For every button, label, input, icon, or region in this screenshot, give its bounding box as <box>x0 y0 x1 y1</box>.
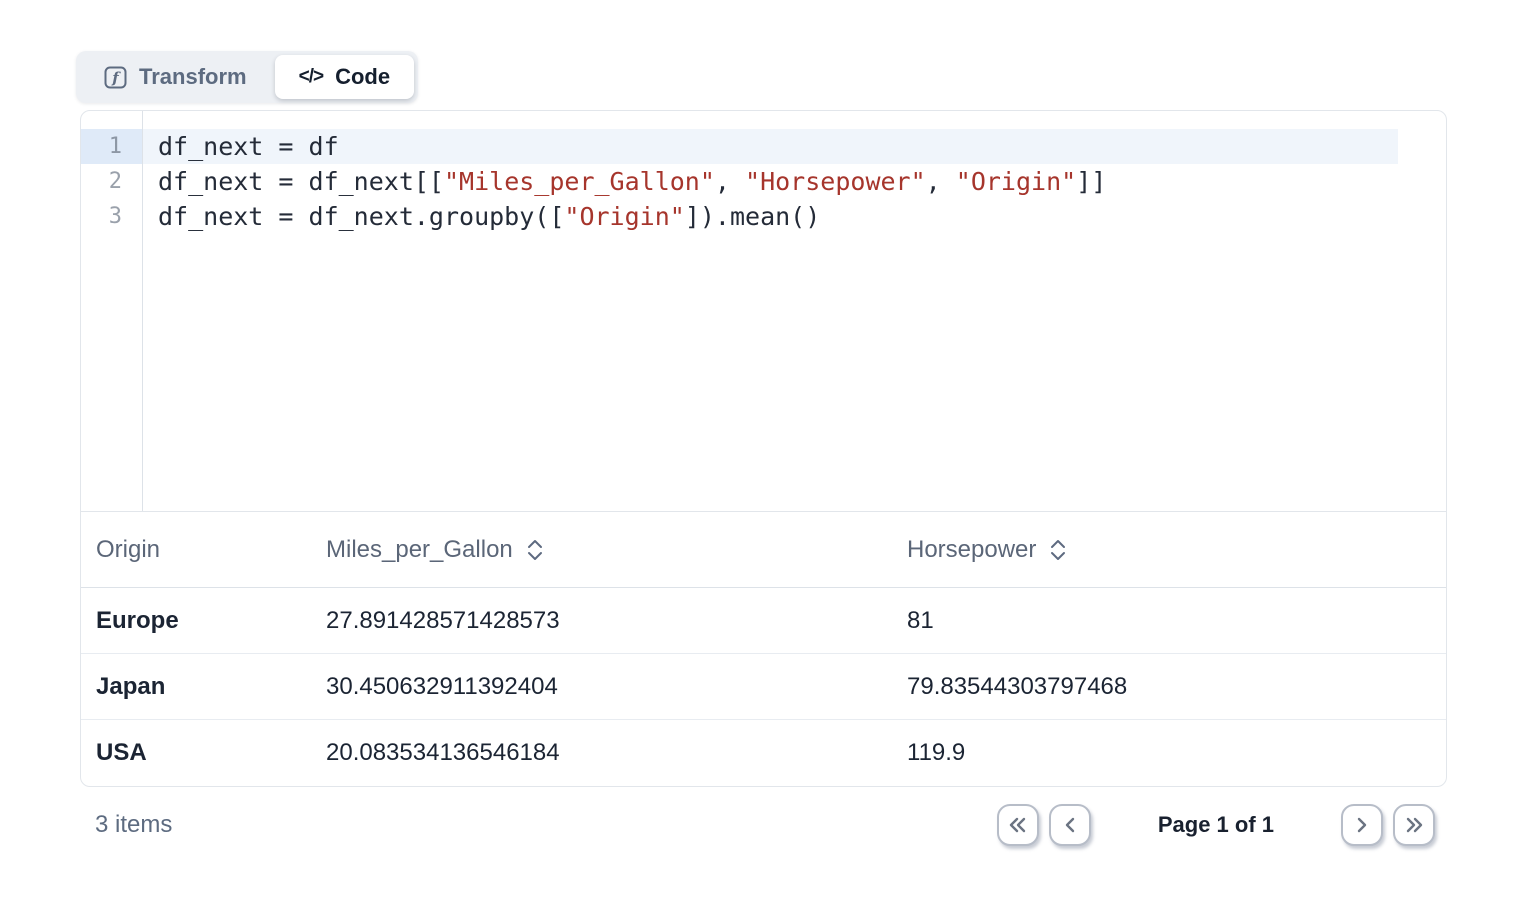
tab-code[interactable]: </> Code <box>275 55 414 99</box>
table-footer: 3 items Page 1 of 1 <box>80 792 1447 858</box>
column-label: Miles_per_Gallon <box>326 536 513 564</box>
column-header-origin: Origin <box>81 536 311 564</box>
next-page-button[interactable] <box>1341 804 1383 846</box>
table-row: Europe27.89142857142857381 <box>81 588 1446 654</box>
string-token: "Horsepower" <box>745 167 926 196</box>
table-row: Japan30.45063291139240479.83544303797468 <box>81 654 1446 720</box>
tab-transform-label: Transform <box>139 64 247 90</box>
code-token: ]).mean() <box>685 202 820 231</box>
items-count: 3 items <box>95 811 172 839</box>
sort-chevrons-icon[interactable] <box>527 538 543 562</box>
code-line[interactable]: df_next = df <box>143 129 1398 164</box>
table-row: USA20.083534136546184119.9 <box>81 720 1446 786</box>
data-cell: 27.891428571428573 <box>311 607 892 635</box>
string-token: "Origin" <box>956 167 1076 196</box>
row-header-cell: USA <box>81 739 311 767</box>
chevron-right-icon <box>1349 812 1375 838</box>
code-token: , <box>926 167 956 196</box>
chevron-left-icon <box>1057 812 1083 838</box>
tab-code-label: Code <box>335 64 390 90</box>
column-label: Origin <box>96 536 160 564</box>
row-header-cell: Japan <box>81 673 311 701</box>
line-number: 2 <box>81 164 142 199</box>
data-cell: 119.9 <box>892 739 1446 767</box>
data-cell: 79.83544303797468 <box>892 673 1446 701</box>
string-token: "Origin" <box>564 202 684 231</box>
code-token: df_next = df_next[[ <box>158 167 444 196</box>
code-and-results-panel: 123 df_next = df df_next = df_next[["Mile… <box>80 110 1447 787</box>
code-token: , <box>715 167 745 196</box>
view-mode-tabs: f Transform </> Code <box>76 51 418 103</box>
column-header-horsepower[interactable]: Horsepower <box>892 536 1446 564</box>
chevrons-left-icon <box>1005 812 1031 838</box>
line-number: 3 <box>81 199 142 234</box>
string-token: "Miles_per_Gallon" <box>444 167 715 196</box>
column-header-miles_per_gallon[interactable]: Miles_per_Gallon <box>311 536 892 564</box>
page-indicator: Page 1 of 1 <box>1158 812 1274 838</box>
sort-chevrons-icon[interactable] <box>1050 538 1066 562</box>
data-cell: 81 <box>892 607 1446 635</box>
prev-page-button[interactable] <box>1049 804 1091 846</box>
last-page-button[interactable] <box>1393 804 1435 846</box>
function-icon: f <box>104 66 127 89</box>
code-line[interactable]: df_next = df_next[["Miles_per_Gallon", "… <box>143 164 1398 199</box>
chevrons-right-icon <box>1401 812 1427 838</box>
code-editor[interactable]: 123 df_next = df df_next = df_next[["Mile… <box>81 111 1446 512</box>
editor-gutter: 123 <box>81 111 143 511</box>
first-page-button[interactable] <box>997 804 1039 846</box>
code-token: df_next = df <box>158 132 339 161</box>
tab-transform[interactable]: f Transform <box>80 55 271 99</box>
table-body: Europe27.89142857142857381Japan30.450632… <box>81 588 1446 786</box>
pagination-controls: Page 1 of 1 <box>997 804 1435 846</box>
editor-code-area[interactable]: df_next = df df_next = df_next[["Miles_pe… <box>143 111 1446 511</box>
code-token: ]] <box>1076 167 1106 196</box>
data-cell: 20.083534136546184 <box>311 739 892 767</box>
column-label: Horsepower <box>907 536 1036 564</box>
code-token: df_next = df_next.groupby([ <box>158 202 564 231</box>
line-number: 1 <box>81 129 142 164</box>
code-icon: </> <box>299 66 323 88</box>
data-cell: 30.450632911392404 <box>311 673 892 701</box>
svg-text:f: f <box>111 69 121 87</box>
table-header-row: Origin Miles_per_Gallon Horsepower <box>81 512 1446 588</box>
row-header-cell: Europe <box>81 607 311 635</box>
code-line[interactable]: df_next = df_next.groupby(["Origin"]).me… <box>143 199 1398 234</box>
